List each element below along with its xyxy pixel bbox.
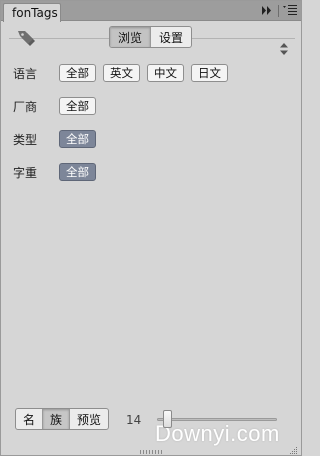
titlebar-separator bbox=[278, 4, 279, 17]
filter-row-vendor: 厂商 全部 bbox=[13, 96, 96, 116]
filter-chips: 全部 bbox=[59, 97, 96, 115]
filter-label: 语言 bbox=[13, 66, 38, 81]
filter-chips: 全部 bbox=[59, 163, 96, 181]
resize-grip-icon[interactable] bbox=[290, 444, 298, 454]
chip-chinese[interactable]: 中文 bbox=[147, 64, 184, 82]
filter-row-type: 类型 全部 bbox=[13, 129, 96, 149]
chip-all[interactable]: 全部 bbox=[59, 97, 96, 115]
view-mode-tabs: 浏览 设置 bbox=[109, 26, 193, 48]
sort-arrows-icon[interactable] bbox=[280, 43, 288, 55]
tab-name[interactable]: 名 bbox=[16, 409, 42, 429]
fontags-panel: fonTags 浏览 设置 语言 全部 英文 中文 日文 厂商 全部 类型 全部… bbox=[0, 0, 302, 456]
chip-all[interactable]: 全部 bbox=[59, 163, 96, 181]
double-chevron-right-icon[interactable] bbox=[260, 4, 274, 17]
tab-settings[interactable]: 设置 bbox=[150, 27, 191, 47]
chip-all[interactable]: 全部 bbox=[59, 64, 96, 82]
titlebar-controls bbox=[260, 4, 297, 17]
filter-chips: 全部 bbox=[59, 130, 96, 148]
filter-chips: 全部 英文 中文 日文 bbox=[59, 64, 228, 82]
tab-browse[interactable]: 浏览 bbox=[110, 27, 151, 47]
panel-tab[interactable]: fonTags bbox=[3, 3, 61, 22]
chip-english[interactable]: 英文 bbox=[103, 64, 140, 82]
filter-label: 字重 bbox=[13, 165, 38, 180]
chip-all[interactable]: 全部 bbox=[59, 130, 96, 148]
tab-preview[interactable]: 预览 bbox=[69, 409, 108, 429]
filter-label: 类型 bbox=[13, 132, 38, 147]
filter-row-language: 语言 全部 英文 中文 日文 bbox=[13, 63, 228, 83]
tag-icon bbox=[17, 29, 39, 47]
watermark-text: Downyi.com bbox=[155, 421, 280, 446]
panel-titlebar: fonTags bbox=[1, 1, 301, 22]
preview-size-value: 14 bbox=[126, 413, 142, 427]
chip-japanese[interactable]: 日文 bbox=[191, 64, 228, 82]
filter-row-weight: 字重 全部 bbox=[13, 162, 96, 182]
panel-bottom-grip[interactable] bbox=[140, 450, 164, 454]
list-mode-tabs: 名 族 预览 bbox=[15, 408, 110, 430]
panel-menu-icon[interactable] bbox=[283, 4, 297, 17]
size-slider-thumb[interactable] bbox=[162, 410, 172, 428]
tab-family[interactable]: 族 bbox=[42, 409, 70, 429]
filter-label: 厂商 bbox=[13, 99, 38, 114]
